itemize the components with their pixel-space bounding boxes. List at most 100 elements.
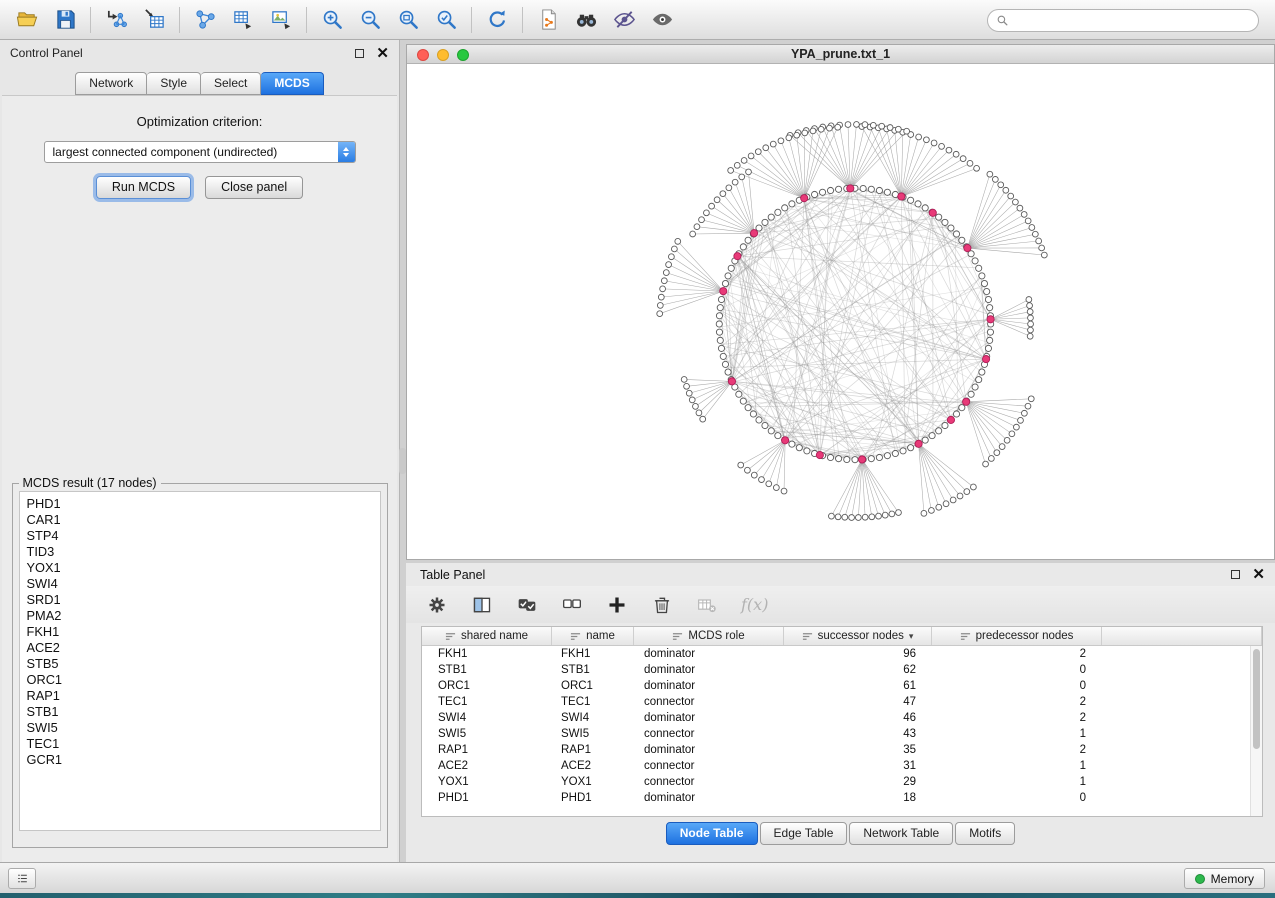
tab-node-table[interactable]: Node Table: [666, 822, 758, 845]
mcds-result-item[interactable]: STB5: [27, 656, 380, 672]
table-cell: 43: [784, 726, 932, 742]
table-row[interactable]: STB1STB1dominator620: [422, 662, 1262, 678]
show-columns-button[interactable]: [471, 594, 492, 615]
tab-network[interactable]: Network: [75, 72, 147, 95]
memory-button[interactable]: Memory: [1184, 868, 1265, 889]
table-cell: RAP1: [552, 742, 634, 758]
zoom-fit-button[interactable]: [389, 4, 427, 36]
zoom-selected-button[interactable]: [427, 4, 465, 36]
open-folder-icon: [16, 8, 39, 31]
column-panel-icon: [472, 595, 492, 615]
table-cell: 2: [932, 710, 1102, 726]
refresh-button[interactable]: [478, 4, 516, 36]
zoom-in-button[interactable]: [313, 4, 351, 36]
mcds-result-item[interactable]: CAR1: [27, 512, 380, 528]
table-cell: 35: [784, 742, 932, 758]
column-header-successor-nodes[interactable]: successor nodes▾: [784, 627, 932, 645]
mcds-result-item[interactable]: YOX1: [27, 560, 380, 576]
mcds-result-item[interactable]: STB1: [27, 704, 380, 720]
task-history-button[interactable]: [8, 868, 36, 889]
run-mcds-button[interactable]: Run MCDS: [96, 176, 191, 199]
table-cell: ORC1: [422, 678, 552, 694]
mcds-result-item[interactable]: GCR1: [27, 752, 380, 768]
window-close-button[interactable]: [417, 49, 429, 61]
table-cell: dominator: [634, 790, 784, 806]
mcds-result-item[interactable]: SWI5: [27, 720, 380, 736]
mcds-result-item[interactable]: ACE2: [27, 640, 380, 656]
table-row[interactable]: FKH1FKH1dominator962: [422, 646, 1262, 662]
show-all-button[interactable]: [643, 4, 681, 36]
mcds-result-item[interactable]: SRD1: [27, 592, 380, 608]
mcds-result-list[interactable]: PHD1CAR1STP4TID3YOX1SWI4SRD1PMA2FKH1ACE2…: [19, 491, 381, 831]
node-table-body: FKH1FKH1dominator962STB1STB1dominator620…: [422, 646, 1262, 816]
open-file-button[interactable]: [8, 4, 46, 36]
scrollbar-thumb[interactable]: [1253, 649, 1260, 749]
table-row[interactable]: YOX1YOX1connector291: [422, 774, 1262, 790]
add-column-button[interactable]: [606, 594, 627, 615]
table-row[interactable]: PHD1PHD1dominator180: [422, 790, 1262, 806]
close-panel-icon[interactable]: ✕: [1252, 567, 1265, 582]
table-row[interactable]: ORC1ORC1dominator610: [422, 678, 1262, 694]
mcds-result-title: MCDS result (17 nodes): [19, 476, 161, 490]
float-panel-icon[interactable]: [1231, 570, 1240, 579]
mcds-result-item[interactable]: TID3: [27, 544, 380, 560]
column-header-MCDS-role[interactable]: MCDS role: [634, 627, 784, 645]
close-panel-button[interactable]: Close panel: [205, 176, 303, 199]
import-network-button[interactable]: [97, 4, 135, 36]
network-window-titlebar[interactable]: YPA_prune.txt_1: [407, 45, 1274, 64]
application-window: Control Panel ✕ NetworkStyleSelectMCDS O…: [0, 0, 1275, 898]
search-input[interactable]: [1014, 14, 1250, 28]
save-session-button[interactable]: [46, 4, 84, 36]
list-icon: [16, 872, 29, 885]
table-cell: PHD1: [422, 790, 552, 806]
tab-edge-table[interactable]: Edge Table: [760, 822, 848, 845]
tab-motifs[interactable]: Motifs: [955, 822, 1015, 845]
table-row[interactable]: SWI5SWI5connector431: [422, 726, 1262, 742]
new-network-button[interactable]: [186, 4, 224, 36]
table-settings-button[interactable]: [426, 594, 447, 615]
network-image-icon: [270, 8, 293, 31]
table-row[interactable]: SWI4SWI4dominator462: [422, 710, 1262, 726]
export-image-button[interactable]: [262, 4, 300, 36]
column-header-name[interactable]: name: [552, 627, 634, 645]
table-scrollbar[interactable]: [1250, 646, 1262, 816]
mcds-result-item[interactable]: TEC1: [27, 736, 380, 752]
mcds-result-item[interactable]: PHD1: [27, 496, 380, 512]
table-cell: 2: [932, 694, 1102, 710]
mcds-result-item[interactable]: ORC1: [27, 672, 380, 688]
delete-column-button[interactable]: [651, 594, 672, 615]
table-row[interactable]: ACE2ACE2connector311: [422, 758, 1262, 774]
close-panel-icon[interactable]: ✕: [376, 46, 389, 61]
table-cell: connector: [634, 774, 784, 790]
table-row[interactable]: RAP1RAP1dominator352: [422, 742, 1262, 758]
table-row[interactable]: TEC1TEC1connector472: [422, 694, 1262, 710]
network-canvas[interactable]: [407, 64, 1274, 559]
select-all-button[interactable]: [516, 594, 537, 615]
criterion-dropdown[interactable]: largest connected component (undirected): [44, 141, 356, 163]
network-annotation-button[interactable]: [529, 4, 567, 36]
window-zoom-button[interactable]: [457, 49, 469, 61]
clear-table-button: [696, 594, 717, 615]
tab-mcds[interactable]: MCDS: [261, 72, 323, 95]
hide-selected-button[interactable]: [605, 4, 643, 36]
mcds-result-item[interactable]: RAP1: [27, 688, 380, 704]
tab-select[interactable]: Select: [201, 72, 261, 95]
import-table-button[interactable]: [135, 4, 173, 36]
tab-network-table[interactable]: Network Table: [849, 822, 953, 845]
mcds-result-item[interactable]: STP4: [27, 528, 380, 544]
tab-style[interactable]: Style: [147, 72, 201, 95]
float-panel-icon[interactable]: [355, 49, 364, 58]
mcds-result-item[interactable]: SWI4: [27, 576, 380, 592]
network-graph: [407, 64, 1274, 559]
window-minimize-button[interactable]: [437, 49, 449, 61]
mcds-result-item[interactable]: FKH1: [27, 624, 380, 640]
toolbar-separator: [306, 7, 307, 33]
export-table-button[interactable]: [224, 4, 262, 36]
column-header-predecessor-nodes[interactable]: predecessor nodes: [932, 627, 1102, 645]
mcds-result-item[interactable]: PMA2: [27, 608, 380, 624]
column-header-shared-name[interactable]: shared name: [422, 627, 552, 645]
panel-splitter-handle[interactable]: [399, 448, 406, 474]
zoom-out-button[interactable]: [351, 4, 389, 36]
unselect-all-button[interactable]: [561, 594, 582, 615]
find-button[interactable]: [567, 4, 605, 36]
